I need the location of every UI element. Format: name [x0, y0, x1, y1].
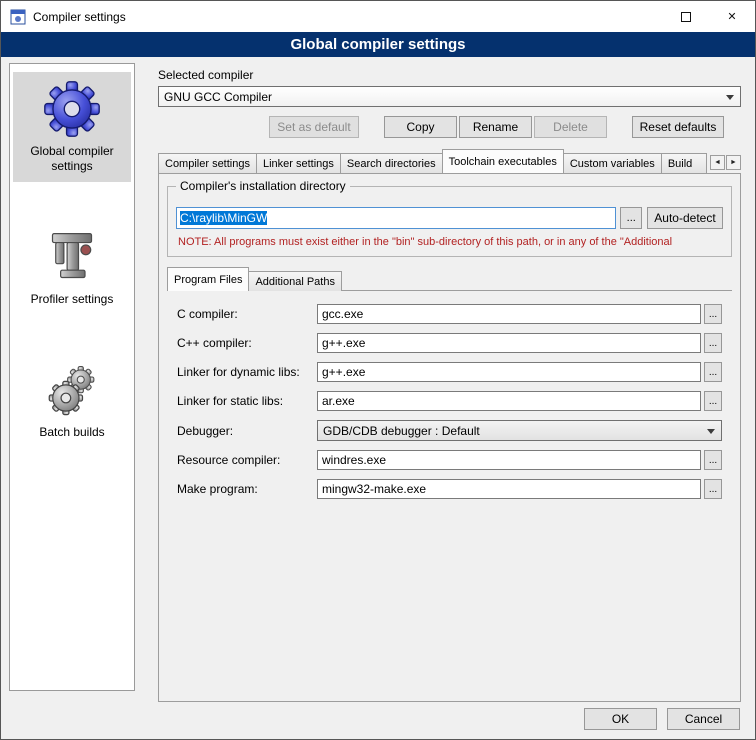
profiler-tool-icon	[15, 230, 129, 286]
copy-button[interactable]: Copy	[384, 116, 457, 138]
sidebar-item-label: Global compiler settings	[15, 144, 129, 174]
sidebar-item-label: Profiler settings	[15, 292, 129, 307]
installation-directory-group: Compiler's installation directory C:\ray…	[167, 186, 732, 257]
installation-directory-input[interactable]: C:\raylib\MinGW	[176, 207, 616, 229]
debugger-select[interactable]: GDB/CDB debugger : Default	[317, 420, 722, 441]
c-compiler-label: C compiler:	[177, 307, 317, 321]
subtab-program-files[interactable]: Program Files	[167, 267, 249, 291]
ok-button[interactable]: OK	[584, 708, 657, 730]
tab-scroll-right-icon[interactable]: ►	[726, 155, 741, 170]
cpp-compiler-row: C++ compiler: ...	[177, 333, 722, 353]
static-linker-row: Linker for static libs: ...	[177, 391, 722, 411]
reset-defaults-button[interactable]: Reset defaults	[632, 116, 724, 138]
dynamic-linker-label: Linker for dynamic libs:	[177, 365, 317, 379]
tab-search-directories[interactable]: Search directories	[340, 153, 443, 173]
compiler-settings-dialog: Compiler settings ✕ Global compiler sett…	[0, 0, 756, 740]
window-icon	[10, 9, 26, 25]
maximize-button[interactable]	[663, 1, 709, 32]
sidebar-item-label: Batch builds	[15, 425, 129, 440]
selected-compiler-value: GNU GCC Compiler	[164, 90, 272, 104]
static-linker-browse-button[interactable]: ...	[704, 391, 722, 411]
auto-detect-button[interactable]: Auto-detect	[647, 207, 723, 229]
subtab-additional-paths[interactable]: Additional Paths	[248, 271, 342, 291]
cpp-compiler-label: C++ compiler:	[177, 336, 317, 350]
blue-gear-icon	[15, 80, 129, 138]
sidebar-item-batch-builds[interactable]: Batch builds	[13, 355, 131, 448]
dynamic-linker-input[interactable]	[317, 362, 701, 382]
rename-button[interactable]: Rename	[459, 116, 532, 138]
tab-toolchain-executables[interactable]: Toolchain executables	[442, 149, 564, 173]
tab-linker-settings[interactable]: Linker settings	[256, 153, 341, 173]
make-program-input[interactable]	[317, 479, 701, 499]
cpp-compiler-input[interactable]	[317, 333, 701, 353]
settings-tabstrip: Compiler settings Linker settings Search…	[158, 151, 741, 173]
dialog-banner: Global compiler settings	[1, 32, 755, 57]
debugger-row: Debugger: GDB/CDB debugger : Default	[177, 420, 722, 441]
close-button[interactable]: ✕	[709, 1, 755, 32]
toolchain-executables-panel: Compiler's installation directory C:\ray…	[158, 173, 741, 702]
sidebar-item-global-compiler-settings[interactable]: Global compiler settings	[13, 72, 131, 182]
resource-compiler-browse-button[interactable]: ...	[704, 450, 722, 470]
close-icon: ✕	[727, 10, 736, 23]
resource-compiler-input[interactable]	[317, 450, 701, 470]
set-as-default-button[interactable]: Set as default	[269, 116, 359, 138]
static-linker-input[interactable]	[317, 391, 701, 411]
window-title: Compiler settings	[33, 10, 126, 24]
debugger-label: Debugger:	[177, 424, 317, 438]
tab-build-options[interactable]: Build	[661, 153, 707, 173]
chevron-down-icon	[726, 95, 734, 100]
resource-compiler-row: Resource compiler: ...	[177, 450, 722, 470]
program-files-panel: C compiler: ... C++ compiler: ... Linker…	[167, 290, 732, 499]
c-compiler-input[interactable]	[317, 304, 701, 324]
debugger-selected-value: GDB/CDB debugger : Default	[323, 424, 480, 438]
cancel-button[interactable]: Cancel	[667, 708, 740, 730]
c-compiler-browse-button[interactable]: ...	[704, 304, 722, 324]
cpp-compiler-browse-button[interactable]: ...	[704, 333, 722, 353]
dynamic-linker-row: Linker for dynamic libs: ...	[177, 362, 722, 382]
installation-directory-group-title: Compiler's installation directory	[176, 179, 350, 193]
make-program-browse-button[interactable]: ...	[704, 479, 722, 499]
selected-compiler-combobox[interactable]: GNU GCC Compiler	[158, 86, 741, 107]
settings-category-list: Global compiler settings	[9, 63, 135, 691]
tab-scroll-buttons: ◄ ►	[710, 155, 741, 173]
static-linker-label: Linker for static libs:	[177, 394, 317, 408]
installation-directory-browse-button[interactable]: ...	[620, 207, 641, 229]
main-panel: Selected compiler GNU GCC Compiler Set a…	[146, 63, 749, 701]
stacked-gears-icon	[15, 363, 129, 419]
bin-subdirectory-note: NOTE: All programs must exist either in …	[178, 236, 723, 248]
installation-directory-selected-text: C:\raylib\MinGW	[180, 211, 267, 225]
compiler-actions-row: Set as default Copy Rename Delete Reset …	[146, 116, 749, 138]
make-program-row: Make program: ...	[177, 479, 722, 499]
c-compiler-row: C compiler: ...	[177, 304, 722, 324]
tab-custom-variables[interactable]: Custom variables	[563, 153, 662, 173]
installation-directory-row: C:\raylib\MinGW ... Auto-detect	[176, 207, 723, 229]
titlebar: Compiler settings ✕	[1, 1, 755, 32]
sidebar-item-profiler-settings[interactable]: Profiler settings	[13, 222, 131, 315]
resource-compiler-label: Resource compiler:	[177, 453, 317, 467]
dynamic-linker-browse-button[interactable]: ...	[704, 362, 722, 382]
titlebar-controls: ✕	[663, 1, 755, 32]
tab-compiler-settings[interactable]: Compiler settings	[158, 153, 257, 173]
chevron-down-icon	[707, 429, 715, 434]
maximize-icon	[681, 12, 691, 22]
make-program-label: Make program:	[177, 482, 317, 496]
tab-scroll-left-icon[interactable]: ◄	[710, 155, 725, 170]
selected-compiler-label: Selected compiler	[158, 68, 749, 82]
program-files-tabstrip: Program Files Additional Paths	[167, 269, 732, 291]
delete-button[interactable]: Delete	[534, 116, 607, 138]
